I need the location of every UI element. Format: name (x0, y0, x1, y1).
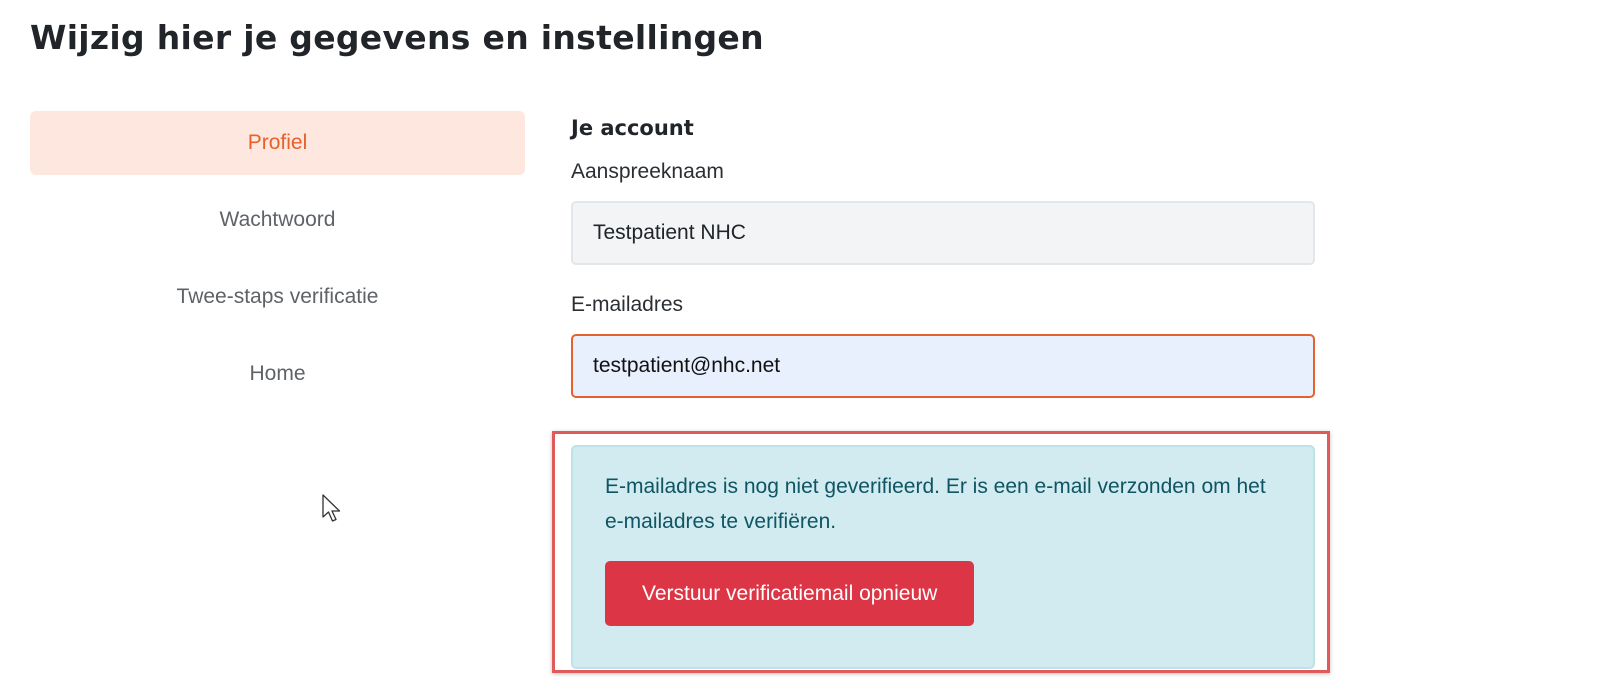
sidebar-item-twee-staps-verificatie[interactable]: Twee-staps verificatie (30, 265, 525, 329)
sidebar-item-profiel[interactable]: Profiel (30, 111, 525, 175)
verification-message: E-mailadres is nog niet geverifieerd. Er… (605, 475, 1266, 533)
page-title: Wijzig hier je gegevens en instellingen (30, 18, 764, 57)
sidebar-item-home[interactable]: Home (30, 342, 525, 406)
verification-alert: E-mailadres is nog niet geverifieerd. Er… (571, 445, 1315, 669)
email-label: E-mailadres (571, 293, 684, 316)
section-title: Je account (571, 116, 694, 140)
name-label: Aanspreeknaam (571, 160, 724, 183)
email-field[interactable] (571, 334, 1315, 398)
mouse-pointer-icon (322, 494, 341, 522)
sidebar-item-wachtwoord[interactable]: Wachtwoord (30, 188, 525, 252)
name-field[interactable] (571, 201, 1315, 265)
account-form: Je account Aanspreeknaam E-mailadres (571, 111, 1331, 398)
settings-sidebar: Profiel Wachtwoord Twee-staps verificati… (30, 111, 525, 419)
resend-verification-button[interactable]: Verstuur verificatiemail opnieuw (605, 561, 975, 626)
settings-page: Wijzig hier je gegevens en instellingen … (0, 0, 1600, 684)
